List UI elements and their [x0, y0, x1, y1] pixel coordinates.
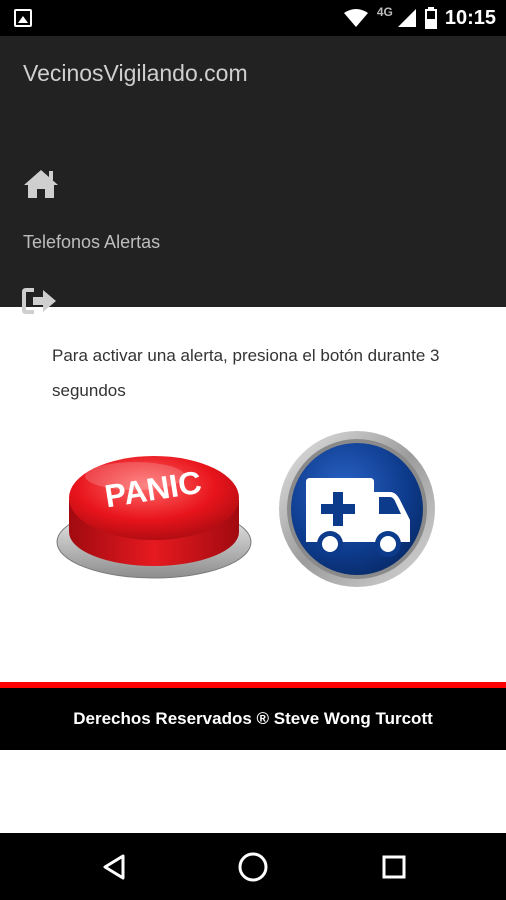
- panic-button-graphic: PANIC: [56, 456, 252, 579]
- recents-icon: [382, 855, 406, 879]
- brand-title[interactable]: VecinosVigilando.com: [23, 60, 248, 87]
- recents-button[interactable]: [376, 849, 412, 885]
- ambulance-alert-button[interactable]: [278, 430, 436, 588]
- status-bar: 4G 10:15: [0, 0, 506, 36]
- instruction-text: Para activar una alerta, presiona el bot…: [52, 346, 440, 400]
- home-circle-icon: [238, 852, 268, 882]
- home-nav-button[interactable]: [235, 849, 271, 885]
- back-icon: [103, 854, 125, 880]
- status-icons: 4G 10:15: [343, 0, 496, 36]
- footer: Derechos Reservados ® Steve Wong Turcott: [0, 688, 506, 750]
- nav-header: VecinosVigilando.com Telefonos Alertas: [0, 36, 506, 314]
- android-nav-bar: [0, 833, 506, 900]
- nav-link-telefonos-alertas[interactable]: Telefonos Alertas: [23, 232, 160, 253]
- back-button[interactable]: [96, 849, 132, 885]
- panic-button[interactable]: PANIC: [55, 440, 253, 582]
- battery-icon: [424, 7, 437, 29]
- clock: 10:15: [444, 6, 496, 29]
- logout-icon[interactable]: [22, 286, 58, 316]
- image-notification-icon: [14, 9, 32, 27]
- footer-copyright: Derechos Reservados ® Steve Wong Turcott: [73, 709, 433, 728]
- ambulance-icon: [279, 431, 435, 587]
- home-icon[interactable]: [22, 168, 60, 200]
- wifi-icon: [343, 9, 368, 27]
- network-type-label: 4G: [376, 5, 393, 19]
- signal-icon: [397, 9, 416, 27]
